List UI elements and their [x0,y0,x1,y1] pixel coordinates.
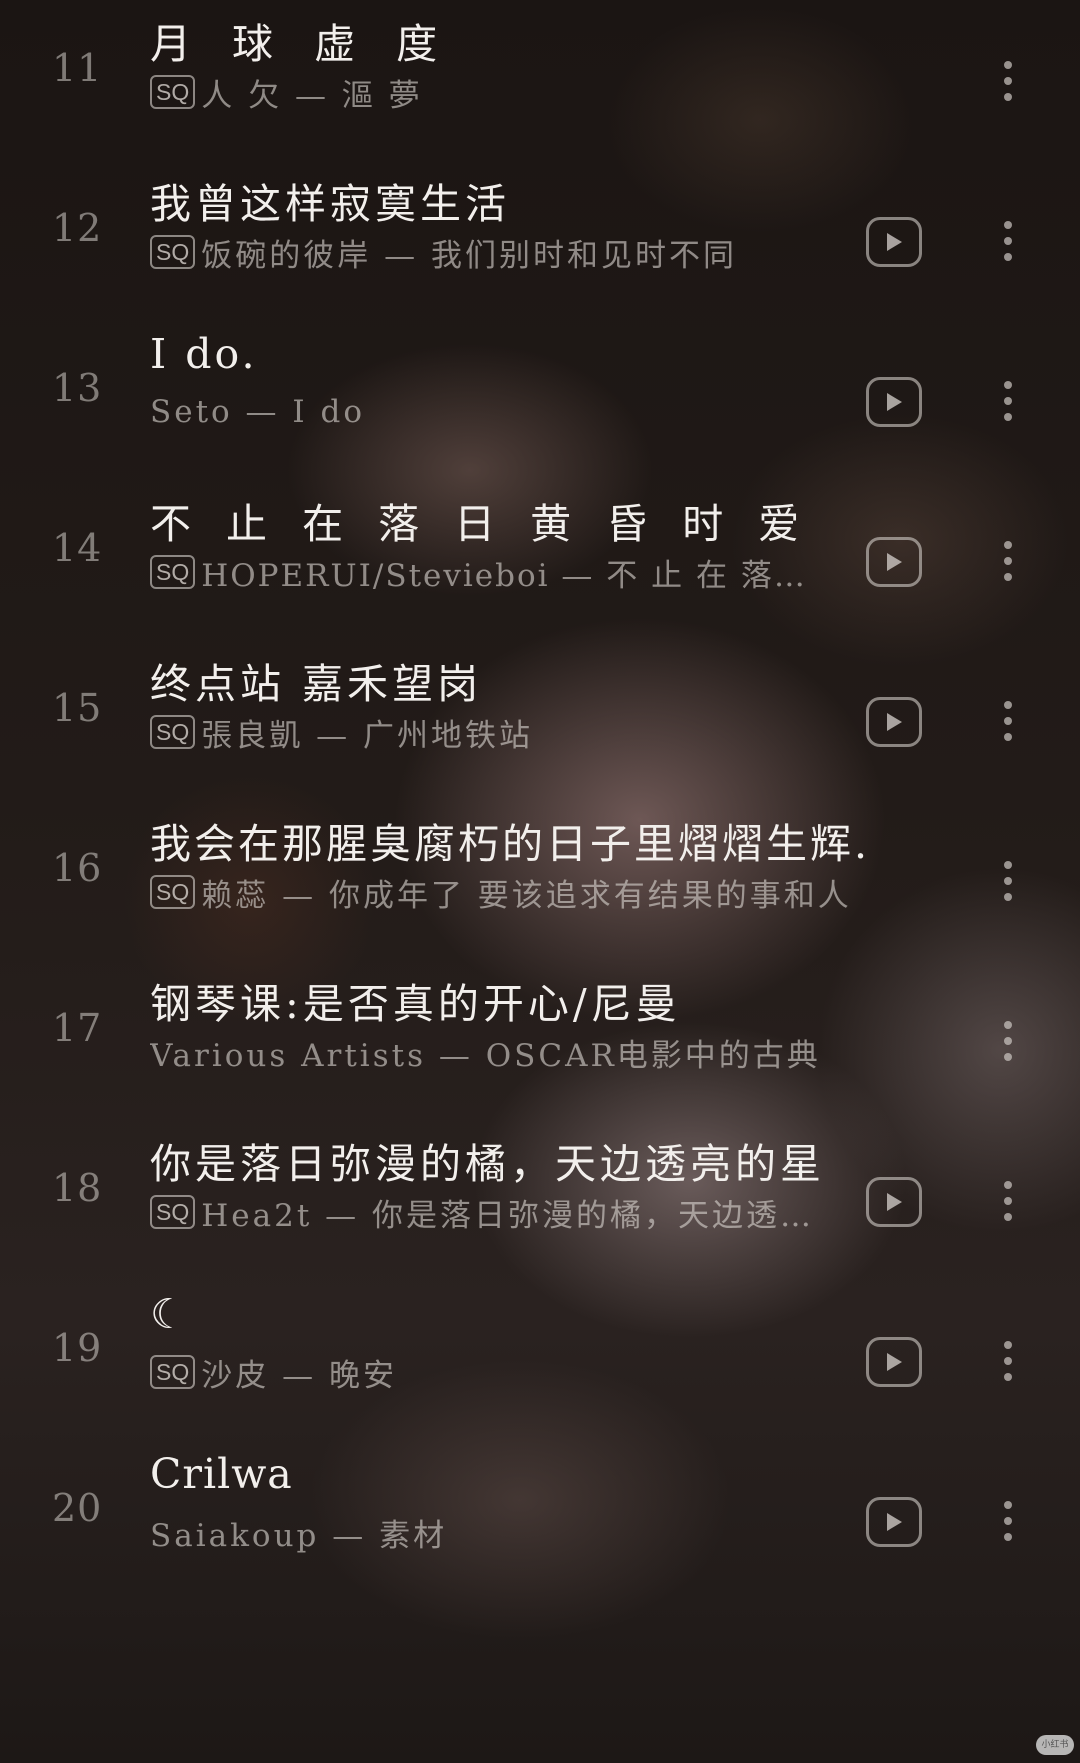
more-vertical-icon [1004,221,1012,229]
song-row[interactable]: 11 月 球 虚 度 SQ 人 欠 — 漚 夢 [0,0,1080,176]
song-title: Crilwa [150,1450,293,1498]
song-subtitle: SQ 沙皮 — 晚安 [150,1350,830,1394]
play-video-button[interactable] [866,217,922,267]
more-vertical-icon [1004,701,1012,709]
play-video-button[interactable] [866,1497,922,1547]
sq-badge: SQ [150,875,196,909]
song-subtitle: SQ 赖蕊 — 你成年了 要该追求有结果的事和人 [150,870,910,914]
artist-album: 赖蕊 — 你成年了 要该追求有结果的事和人 [201,877,852,914]
song-title: 终点站 嘉禾望岗 [150,660,483,708]
more-options-button[interactable] [996,196,1020,286]
artist-album: 饭碗的彼岸 — 我们别时和见时不同 [201,237,737,274]
track-number: 18 [52,1166,103,1210]
sq-badge: SQ [150,1195,196,1229]
song-title: 我会在那腥臭腐朽的日子里熠熠生辉. [150,820,871,868]
more-vertical-icon [1004,1341,1012,1349]
song-row[interactable]: 12 我曾这样寂寞生活 SQ 饭碗的彼岸 — 我们别时和见时不同 [0,156,1080,336]
song-subtitle: Saiakoup — 素材 [150,1510,830,1554]
more-options-button[interactable] [996,996,1020,1086]
play-icon [887,233,902,251]
track-number: 14 [52,526,103,570]
artist-album: 沙皮 — 晚安 [201,1357,397,1394]
song-subtitle: SQ Hea2t — 你是落日弥漫的橘，天边透… [150,1190,830,1234]
play-icon [887,393,902,411]
sq-badge: SQ [150,555,196,589]
more-options-button[interactable] [996,356,1020,446]
watermark-badge: 小红书 [1036,1735,1074,1755]
play-icon [887,713,902,731]
sq-badge: SQ [150,1355,196,1389]
more-options-button[interactable] [996,1316,1020,1406]
more-options-button[interactable] [996,36,1020,126]
artist-album: Hea2t — 你是落日弥漫的橘，天边透… [201,1197,814,1234]
artist-album: 人 欠 — 漚 夢 [201,77,423,114]
song-subtitle: Seto — I do [150,390,830,434]
song-subtitle: SQ 饭碗的彼岸 — 我们别时和见时不同 [150,230,830,274]
artist-album: Saiakoup — 素材 [150,1517,448,1554]
track-number: 19 [52,1326,103,1370]
song-title: ☾ [150,1290,191,1338]
track-number: 15 [52,686,103,730]
play-icon [887,1193,902,1211]
play-video-button[interactable] [866,697,922,747]
play-video-button[interactable] [866,1337,922,1387]
song-row[interactable]: 19 ☾ SQ 沙皮 — 晚安 [0,1276,1080,1456]
play-icon [887,1513,902,1531]
play-video-button[interactable] [866,537,922,587]
more-options-button[interactable] [996,1476,1020,1566]
artist-album: HOPERUI/Stevieboi — 不 止 在 落… [201,557,807,594]
sq-badge: SQ [150,235,196,269]
play-video-button[interactable] [866,377,922,427]
song-row[interactable]: 13 I do. Seto — I do [0,316,1080,496]
song-row[interactable]: 14 不 止 在 落 日 黄 昏 时 爱 你 SQ HOPERUI/Stevie… [0,476,1080,656]
song-subtitle: Various Artists — OSCAR电影中的古典 [150,1030,830,1074]
song-title: 不 止 在 落 日 黄 昏 时 爱 你 [150,500,830,548]
song-row[interactable]: 20 Crilwa Saiakoup — 素材 [0,1436,1080,1616]
song-title: 我曾这样寂寞生活 [150,180,510,228]
song-title: I do. [150,330,258,378]
song-row[interactable]: 16 我会在那腥臭腐朽的日子里熠熠生辉. SQ 赖蕊 — 你成年了 要该追求有结… [0,796,1080,976]
song-subtitle: SQ 人 欠 — 漚 夢 [150,70,830,114]
play-icon [887,1353,902,1371]
song-title: 钢琴课:是否真的开心/尼曼 [150,980,681,1028]
more-options-button[interactable] [996,1156,1020,1246]
artist-album: Various Artists — OSCAR电影中的古典 [150,1037,821,1074]
artist-album: 張良凱 — 广州地铁站 [201,717,533,754]
song-subtitle: SQ HOPERUI/Stevieboi — 不 止 在 落… [150,550,830,594]
track-number: 11 [52,46,103,90]
more-options-button[interactable] [996,676,1020,766]
more-vertical-icon [1004,1501,1012,1509]
track-number: 20 [52,1486,103,1530]
more-options-button[interactable] [996,516,1020,606]
track-number: 13 [52,366,103,410]
more-vertical-icon [1004,541,1012,549]
more-vertical-icon [1004,861,1012,869]
song-title: 你是落日弥漫的橘，天边透亮的星 [150,1140,825,1188]
more-vertical-icon [1004,61,1012,69]
sq-badge: SQ [150,75,196,109]
more-vertical-icon [1004,1021,1012,1029]
play-video-button[interactable] [866,1177,922,1227]
track-number: 16 [52,846,103,890]
song-list: 11 月 球 虚 度 SQ 人 欠 — 漚 夢 12 我曾这样寂寞生活 SQ 饭… [0,0,1080,1763]
more-vertical-icon [1004,1181,1012,1189]
song-title: 月 球 虚 度 [150,20,452,68]
track-number: 12 [52,206,103,250]
song-row[interactable]: 18 你是落日弥漫的橘，天边透亮的星 SQ Hea2t — 你是落日弥漫的橘，天… [0,1116,1080,1296]
more-vertical-icon [1004,381,1012,389]
song-subtitle: SQ 張良凱 — 广州地铁站 [150,710,830,754]
more-options-button[interactable] [996,836,1020,926]
sq-badge: SQ [150,715,196,749]
track-number: 17 [52,1006,103,1050]
artist-album: Seto — I do [150,394,366,430]
song-row[interactable]: 17 钢琴课:是否真的开心/尼曼 Various Artists — OSCAR… [0,956,1080,1136]
song-row[interactable]: 15 终点站 嘉禾望岗 SQ 張良凱 — 广州地铁站 [0,636,1080,816]
play-icon [887,553,902,571]
